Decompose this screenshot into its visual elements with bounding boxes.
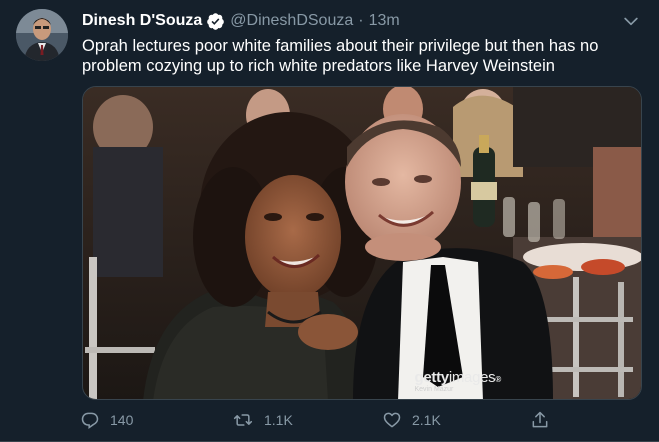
reply-count: 140: [110, 412, 134, 428]
watermark-brand-thin: images: [448, 369, 496, 386]
author-handle[interactable]: @DineshDSouza: [230, 12, 353, 30]
retweet-icon: [233, 414, 253, 426]
chevron-down-icon[interactable]: [621, 11, 641, 31]
watermark-credit: Kevin Mazur: [414, 386, 454, 393]
watermark-trademark: ®: [495, 375, 501, 384]
like-button[interactable]: 2.1K: [382, 410, 441, 430]
tweet-card[interactable]: Dinesh D'Souza @DineshDSouza · 13m Oprah…: [0, 0, 659, 442]
author-name[interactable]: Dinesh D'Souza: [82, 12, 202, 30]
getty-watermark: gettyimages® Kevin Mazur: [414, 370, 501, 393]
heart-icon: [383, 412, 401, 428]
watermark-brand-bold: getty: [414, 369, 449, 386]
share-button[interactable]: [530, 410, 560, 430]
reply-button[interactable]: 140: [80, 410, 133, 430]
reply-icon: [81, 412, 99, 429]
tweet-photo[interactable]: gettyimages® Kevin Mazur: [82, 86, 642, 400]
avatar[interactable]: [16, 9, 68, 61]
tweet-header: Dinesh D'Souza @DineshDSouza · 13m: [82, 10, 400, 32]
verified-badge-icon: [206, 12, 225, 31]
retweet-button[interactable]: 1.1K: [232, 410, 293, 430]
like-count: 2.1K: [412, 412, 441, 428]
retweet-count: 1.1K: [264, 412, 293, 428]
separator-dot: ·: [358, 12, 364, 29]
timestamp[interactable]: 13m: [369, 12, 400, 30]
tweet-actions: 140 1.1K 2.1K: [80, 410, 560, 434]
share-icon: [532, 411, 548, 428]
tweet-text: Oprah lectures poor white families about…: [82, 37, 599, 75]
